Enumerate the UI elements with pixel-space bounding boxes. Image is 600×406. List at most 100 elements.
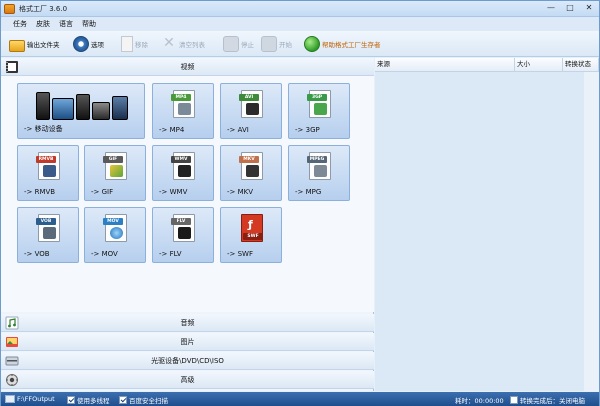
- clear-list-button[interactable]: ✕ 清空列表: [161, 35, 205, 53]
- start-button[interactable]: 开始: [261, 35, 292, 53]
- tile-vob-label: -> VOB: [24, 250, 50, 258]
- output-path[interactable]: F:\FFOutput: [5, 395, 55, 403]
- tile-mobile-device-label: -> 移动设备: [24, 125, 63, 133]
- tile-swf[interactable]: SWF ƒ -> SWF: [220, 207, 282, 263]
- flv-tag: FLV: [171, 218, 191, 225]
- tile-mobile-device[interactable]: -> 移动设备: [17, 83, 145, 139]
- toolbar: 输出文件夹 选项 移除 ✕ 清空列表 停止 开始 帮助格式工厂生存者: [1, 31, 599, 57]
- elapsed-time: 耗时：00:00:00: [455, 395, 504, 405]
- mobile-devices-icon: [32, 90, 132, 120]
- vob-file-icon: VOB: [36, 214, 60, 242]
- category-picture[interactable]: 图片: [1, 333, 374, 351]
- remove-button[interactable]: 移除: [121, 35, 148, 53]
- rmvb-file-icon: RMVB: [36, 152, 60, 180]
- rmvb-tag: RMVB: [36, 156, 56, 163]
- app-logo-icon: [4, 4, 15, 14]
- category-audio[interactable]: 音频: [1, 314, 374, 332]
- mkv-tag: MKV: [239, 156, 259, 163]
- vob-tag: VOB: [36, 218, 56, 225]
- tile-rmvb[interactable]: RMVB -> RMVB: [17, 145, 79, 201]
- tile-wmv[interactable]: WMV -> WMV: [152, 145, 214, 201]
- stop-label: 停止: [241, 41, 254, 49]
- tile-gif[interactable]: GIF -> GIF: [84, 145, 146, 201]
- safe-scan-label: 百度安全扫描: [129, 397, 168, 405]
- maximize-button[interactable]: □: [563, 3, 577, 14]
- tile-rmvb-label: -> RMVB: [24, 188, 56, 196]
- tile-mp4[interactable]: MP4 -> MP4: [152, 83, 214, 139]
- tile-mkv-label: -> MKV: [227, 188, 254, 196]
- remove-label: 移除: [135, 41, 148, 49]
- column-status[interactable]: 转换状态: [563, 58, 599, 72]
- menu-skin[interactable]: 皮肤: [36, 19, 50, 29]
- tile-mov[interactable]: MOV -> MOV: [84, 207, 146, 263]
- 3gp-tag: 3GP: [307, 94, 327, 101]
- after-convert-checkbox[interactable]: [510, 396, 518, 404]
- category-pane: 视频 -> 移动设备 MP4 -> MP4 AVI -> AVI 3GP -> …: [1, 58, 374, 391]
- mkv-file-icon: MKV: [239, 152, 263, 180]
- output-path-label: F:\FFOutput: [17, 395, 55, 403]
- menu-task[interactable]: 任务: [13, 19, 27, 29]
- options-label: 选项: [91, 41, 104, 49]
- category-audio-label: 音频: [180, 319, 195, 327]
- stop-icon: [223, 36, 239, 52]
- column-size[interactable]: 大小: [515, 58, 563, 72]
- safe-scan-option[interactable]: 百度安全扫描: [119, 395, 168, 405]
- elapsed-time-label: 耗时：00:00:00: [455, 397, 504, 405]
- category-advanced-label: 高级: [180, 376, 195, 384]
- wmv-tag: WMV: [171, 156, 191, 163]
- title-bar: 格式工厂 3.6.0 — □ ✕: [1, 1, 599, 17]
- mov-tag: MOV: [103, 218, 123, 225]
- task-list[interactable]: 来源 大小 转换状态: [375, 58, 599, 391]
- multithread-checkbox[interactable]: [67, 396, 75, 404]
- clear-list-label: 清空列表: [179, 41, 205, 49]
- safe-scan-checkbox[interactable]: [119, 396, 127, 404]
- category-video-label: 视频: [180, 63, 195, 71]
- avi-file-icon: AVI: [239, 90, 263, 118]
- task-list-scrollbar[interactable]: [584, 72, 599, 391]
- clear-icon: ✕: [163, 35, 175, 51]
- tile-flv[interactable]: FLV -> FLV: [152, 207, 214, 263]
- tile-3gp-label: -> 3GP: [295, 126, 320, 134]
- globe-icon: [304, 36, 320, 52]
- category-advanced[interactable]: 高级: [1, 371, 374, 389]
- category-rom-label: 光驱设备\DVD\CD\ISO: [151, 357, 224, 365]
- options-button[interactable]: 选项: [73, 35, 104, 53]
- start-label: 开始: [279, 41, 292, 49]
- column-source[interactable]: 来源: [375, 58, 515, 72]
- mp4-file-icon: MP4: [171, 90, 195, 118]
- gif-file-icon: GIF: [103, 152, 127, 180]
- after-convert-option[interactable]: 转换完成后：关闭电脑: [510, 395, 585, 405]
- category-video[interactable]: 视频: [1, 58, 374, 76]
- stop-button[interactable]: 停止: [223, 35, 254, 53]
- menu-bar: 任务 皮肤 语言 帮助: [1, 17, 599, 31]
- tile-mpg[interactable]: MPEG -> MPG: [288, 145, 350, 201]
- mp4-tag: MP4: [171, 94, 191, 101]
- category-picture-label: 图片: [180, 338, 195, 346]
- menu-help[interactable]: 帮助: [82, 19, 96, 29]
- play-icon: [261, 36, 277, 52]
- tile-vob[interactable]: VOB -> VOB: [17, 207, 79, 263]
- menu-language[interactable]: 语言: [59, 19, 73, 29]
- avi-tag: AVI: [239, 94, 259, 101]
- flv-file-icon: FLV: [171, 214, 195, 242]
- gear-icon: [73, 36, 89, 52]
- drive-icon: [5, 395, 15, 403]
- tile-mkv[interactable]: MKV -> MKV: [220, 145, 282, 201]
- app-window: 格式工厂 3.6.0 — □ ✕ 任务 皮肤 语言 帮助 输出文件夹 选项 移除…: [0, 0, 600, 406]
- tile-avi[interactable]: AVI -> AVI: [220, 83, 282, 139]
- mpg-file-icon: MPEG: [307, 152, 331, 180]
- close-button[interactable]: ✕: [581, 3, 597, 14]
- wmv-file-icon: WMV: [171, 152, 195, 180]
- minimize-button[interactable]: —: [544, 3, 558, 14]
- support-link[interactable]: 帮助格式工厂生存者: [304, 35, 381, 53]
- category-rom-device[interactable]: 光驱设备\DVD\CD\ISO: [1, 352, 374, 370]
- tile-mov-label: -> MOV: [91, 250, 118, 258]
- tile-3gp[interactable]: 3GP -> 3GP: [288, 83, 350, 139]
- mpg-tag: MPEG: [307, 156, 327, 163]
- swf-file-icon: SWF ƒ: [241, 214, 263, 242]
- multithread-option[interactable]: 使用多线程: [67, 395, 110, 405]
- tile-swf-label: -> SWF: [227, 250, 254, 258]
- output-folder-button[interactable]: 输出文件夹: [9, 35, 60, 53]
- swf-tag: SWF: [243, 233, 263, 240]
- output-folder-label: 输出文件夹: [27, 41, 60, 49]
